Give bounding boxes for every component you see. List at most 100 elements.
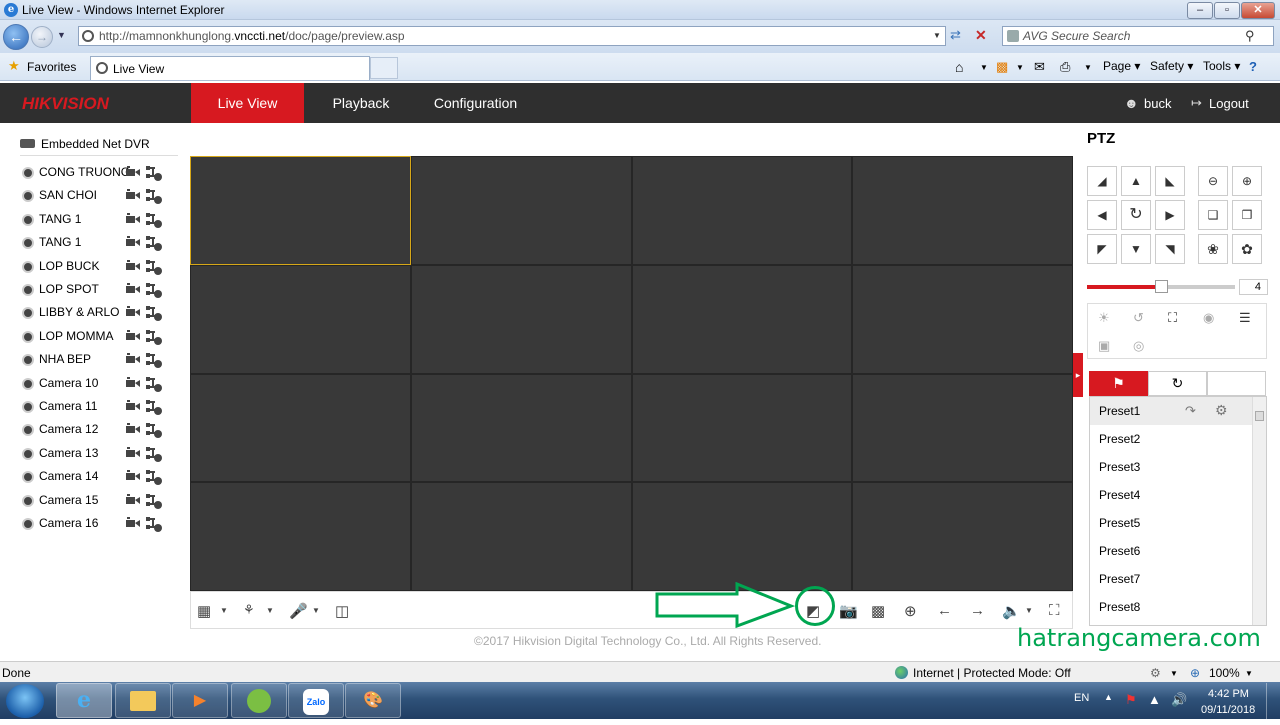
stream-select-icon[interactable] xyxy=(146,493,162,509)
next-page-icon[interactable]: → xyxy=(970,602,985,619)
stream-select-icon[interactable] xyxy=(146,376,162,392)
help-icon[interactable]: ? xyxy=(1249,59,1257,74)
tab-patrol[interactable]: ↻ xyxy=(1148,371,1207,396)
ptz-down-left-button[interactable]: ◤ xyxy=(1087,234,1117,264)
stream-select-icon[interactable] xyxy=(146,422,162,439)
start-recording-icon[interactable] xyxy=(126,517,140,529)
capture-icon[interactable]: 📷 xyxy=(839,602,858,620)
stream-select-icon[interactable] xyxy=(146,329,162,345)
focus-near-icon[interactable]: ❑ xyxy=(1198,200,1228,230)
audio-dropdown-icon[interactable]: ▼ xyxy=(312,606,320,615)
language-indicator[interactable]: EN xyxy=(1074,692,1089,704)
compatibility-view-icon[interactable]: ⇄ xyxy=(950,27,961,43)
preset-item[interactable]: Preset3 xyxy=(1090,453,1252,481)
start-recording-icon[interactable] xyxy=(126,376,140,389)
favorites-star-icon[interactable]: ★ xyxy=(8,58,20,74)
camera-item[interactable]: TANG 1 xyxy=(22,211,172,231)
recent-pages-dropdown-icon[interactable]: ▼ xyxy=(57,30,66,40)
ptz-auto-button[interactable]: ↻ xyxy=(1121,200,1151,230)
record-icon[interactable]: ▩ xyxy=(871,602,885,620)
previous-page-icon[interactable]: ← xyxy=(937,602,952,619)
search-input[interactable]: AVG Secure Search ⚲ xyxy=(1002,26,1274,46)
logout-link[interactable]: Logout xyxy=(1209,96,1249,111)
wiper-icon[interactable]: ↺ xyxy=(1133,310,1144,326)
lens-init-icon[interactable]: ◉ xyxy=(1203,310,1214,326)
start-recording-icon[interactable] xyxy=(126,400,140,412)
video-window[interactable] xyxy=(411,483,631,590)
iris-open-icon[interactable]: ✿ xyxy=(1232,234,1262,264)
microphone-icon[interactable]: 🎤 xyxy=(289,602,308,620)
start-recording-icon[interactable] xyxy=(126,329,140,342)
start-recording-icon[interactable] xyxy=(126,236,140,248)
preset-item[interactable]: Preset8 xyxy=(1090,593,1252,621)
video-window[interactable] xyxy=(411,265,631,373)
protected-mode-icon[interactable]: ⚙ xyxy=(1150,666,1161,680)
clock-date[interactable]: 09/11/2018 xyxy=(1201,704,1255,716)
preset-scrollbar[interactable] xyxy=(1252,397,1266,625)
nav-configuration[interactable]: Configuration xyxy=(423,83,528,123)
start-recording-icon[interactable] xyxy=(126,283,140,295)
video-window[interactable] xyxy=(190,156,411,265)
preset-item[interactable]: Preset1 xyxy=(1090,397,1252,425)
forward-button[interactable]: → xyxy=(31,26,53,48)
camera-item[interactable]: Camera 10 xyxy=(22,375,172,395)
taskbar-paint-icon[interactable]: 🎨 xyxy=(345,683,401,718)
zoom-level[interactable]: 100% xyxy=(1209,666,1240,680)
camera-item[interactable]: Camera 16 xyxy=(22,515,172,535)
preset-settings-icon[interactable]: ⚙ xyxy=(1215,402,1228,419)
volume-dropdown-icon[interactable]: ▼ xyxy=(1025,606,1033,615)
home-icon[interactable]: ⌂ xyxy=(955,59,963,75)
video-window[interactable] xyxy=(632,157,852,264)
ptz-down-button[interactable]: ▼ xyxy=(1121,234,1151,264)
plugin-icon[interactable]: ◫ xyxy=(335,602,349,620)
preset-item[interactable]: Preset7 xyxy=(1090,565,1252,593)
video-window[interactable] xyxy=(191,374,410,482)
call-preset-icon[interactable]: ↷ xyxy=(1185,403,1196,419)
start-recording-icon[interactable] xyxy=(126,446,140,459)
ptz-speed-slider[interactable] xyxy=(1155,280,1168,293)
digital-zoom-icon[interactable]: ⊕ xyxy=(904,602,917,620)
stream-select-icon[interactable] xyxy=(146,259,162,275)
taskbar-zalo-icon[interactable]: Zalo xyxy=(288,683,344,718)
video-window[interactable] xyxy=(853,265,1072,373)
zoom-icon[interactable]: ⊕ xyxy=(1190,666,1200,680)
iris-close-icon[interactable]: ❀ xyxy=(1198,234,1228,264)
search-icon[interactable]: ⚲ xyxy=(1245,28,1255,44)
video-window[interactable] xyxy=(632,374,852,482)
camera-item[interactable]: SAN CHOI xyxy=(22,187,172,207)
feeds-dropdown-icon[interactable]: ▼ xyxy=(1016,63,1024,72)
camera-item[interactable]: Camera 14 xyxy=(22,468,172,488)
camera-item[interactable]: Camera 11 xyxy=(22,398,172,418)
stream-select-icon[interactable] xyxy=(146,446,162,462)
ptz-left-button[interactable]: ◀ xyxy=(1087,200,1117,230)
video-window[interactable] xyxy=(853,374,1072,482)
stream-select-icon[interactable] xyxy=(146,305,162,322)
video-window[interactable] xyxy=(632,483,852,590)
ptz-right-button[interactable]: ▶ xyxy=(1155,200,1185,230)
stream-select-icon[interactable] xyxy=(146,352,162,369)
nav-live-view[interactable]: Live View xyxy=(191,83,304,123)
auxiliary-focus-icon[interactable]: ⛶ xyxy=(1168,310,1177,326)
action-center-icon[interactable]: ⚑ xyxy=(1125,692,1137,708)
tools-menu[interactable]: Tools ▾ xyxy=(1203,59,1240,73)
stream-select-icon[interactable] xyxy=(146,188,162,205)
camera-item[interactable]: LOP BUCK xyxy=(22,258,172,278)
focus-far-icon[interactable]: ❒ xyxy=(1232,200,1262,230)
fullscreen-icon[interactable]: ⛶ xyxy=(1049,602,1060,619)
camera-item[interactable]: LIBBY & ARLO xyxy=(22,304,172,324)
start-recording-icon[interactable] xyxy=(126,470,140,482)
camera-item[interactable]: Camera 12 xyxy=(22,421,172,441)
start-recording-icon[interactable] xyxy=(126,166,140,178)
tab-pattern[interactable] xyxy=(1207,371,1266,396)
camera-item[interactable]: Camera 13 xyxy=(22,445,172,465)
video-window[interactable] xyxy=(411,157,631,264)
camera-item[interactable]: LOP MOMMA xyxy=(22,328,172,348)
new-tab-button[interactable] xyxy=(370,57,398,79)
minimize-button[interactable]: ‒ xyxy=(1187,2,1213,19)
print-dropdown-icon[interactable]: ▼ xyxy=(1084,63,1092,72)
network-icon[interactable]: ▲ xyxy=(1148,692,1161,707)
video-window[interactable] xyxy=(632,265,852,373)
video-window[interactable] xyxy=(853,483,1072,590)
show-hidden-icons-icon[interactable]: ▲ xyxy=(1104,692,1113,702)
stream-type-icon[interactable]: ⚘ xyxy=(243,602,255,618)
